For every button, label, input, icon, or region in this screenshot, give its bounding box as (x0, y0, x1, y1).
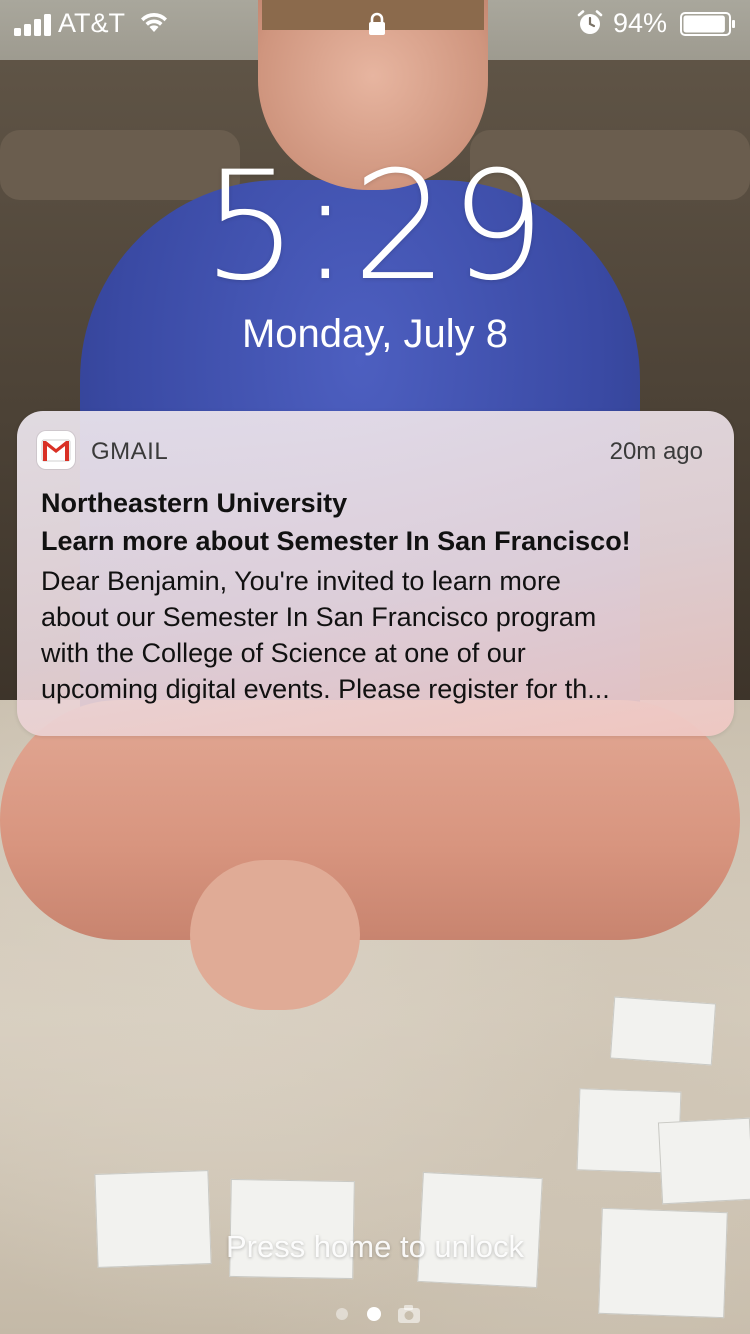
lock-icon (369, 12, 385, 35)
wallpaper-legs (0, 700, 740, 940)
status-bar: AT&T 94% (0, 0, 750, 46)
notification-timestamp: 20m ago (609, 438, 703, 465)
gmail-icon (37, 431, 75, 469)
page-indicator[interactable] (330, 1302, 430, 1326)
notification-app-name: GMAIL (91, 438, 169, 465)
notification-body-line: about our Semester In San Francisco prog… (41, 602, 597, 632)
lock-screen-time: 5:29 (202, 140, 548, 314)
wallpaper-paper (609, 996, 717, 1066)
wifi-icon (141, 12, 167, 32)
notification-body-line: Dear Benjamin, You're invited to learn m… (41, 566, 561, 596)
notification-subject: Learn more about Semester In San Francis… (41, 526, 631, 556)
alarm-icon (577, 10, 603, 34)
page-dot-inactive (336, 1308, 348, 1320)
notification-body-line: with the College of Science at one of ou… (41, 638, 526, 668)
notification-sender: Northeastern University (41, 488, 348, 518)
signal-icon (14, 14, 51, 36)
battery-percentage: 94% (613, 8, 668, 38)
notification-body: Dear Benjamin, You're invited to learn m… (41, 563, 715, 707)
carrier-name: AT&T (58, 8, 125, 38)
wallpaper-paper (657, 1117, 750, 1205)
notification-body-line: upcoming digital events. Please register… (41, 674, 610, 704)
gmail-notification[interactable]: GMAIL 20m ago Northeastern University Le… (17, 411, 734, 736)
page-dot-active (367, 1307, 381, 1321)
unlock-hint: Press home to unlock (225, 1229, 525, 1264)
camera-icon (398, 1305, 420, 1323)
wallpaper-foot (190, 860, 360, 1010)
battery-icon (680, 12, 735, 36)
lock-screen-date: Monday, July 8 (241, 312, 509, 356)
